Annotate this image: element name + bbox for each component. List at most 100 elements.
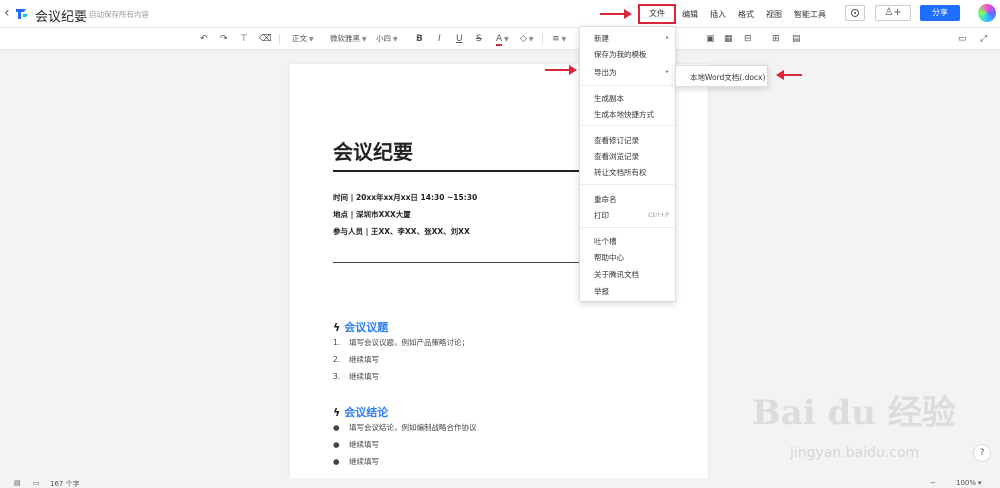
back-icon[interactable]: ‹ bbox=[4, 5, 10, 21]
menu-item-transfer-ownership[interactable]: 转让文档所有权 bbox=[594, 167, 647, 178]
list-item[interactable]: ● 填写会议结论，例如编制战略合作协议 bbox=[333, 422, 477, 433]
chevron-down-icon: ▼ bbox=[561, 36, 567, 43]
clear-format-icon[interactable]: ⌫ bbox=[259, 33, 272, 45]
record-icon bbox=[851, 9, 859, 17]
add-collaborator-button[interactable]: ♙+ bbox=[875, 5, 911, 21]
menu-smart-tools[interactable]: 智能工具 bbox=[794, 9, 826, 20]
font-color-button[interactable]: A ▼ bbox=[496, 33, 509, 46]
align-icon[interactable]: ≡ ▼ bbox=[552, 33, 566, 46]
menu-item-print[interactable]: 打印 bbox=[594, 210, 609, 221]
divider bbox=[580, 85, 675, 86]
meta-line[interactable]: 时间 | 20xx年xx月xx日 14:30 ~15:30 bbox=[333, 192, 477, 203]
chevron-down-icon: ▼ bbox=[309, 36, 314, 43]
bold-button[interactable]: B bbox=[416, 33, 423, 45]
lightning-icon: ϟ bbox=[333, 320, 341, 334]
section-title-text: 会议议题 bbox=[344, 321, 389, 334]
comment-insert-icon[interactable]: ⊞ bbox=[772, 33, 780, 45]
divider bbox=[542, 34, 543, 44]
outline-icon[interactable]: ▤ bbox=[14, 479, 21, 487]
menu-item-feedback[interactable]: 吐个槽 bbox=[594, 236, 617, 247]
help-button[interactable]: ? bbox=[973, 444, 991, 462]
avatar[interactable] bbox=[978, 4, 996, 22]
title-bar: ‹ 会议纪要 ✓ 自动保存所有内容 文件 编辑 插入 格式 视图 智能工具 ♙+… bbox=[0, 0, 1000, 28]
word-count: 167 个字 bbox=[50, 480, 80, 488]
tencent-docs-logo[interactable] bbox=[14, 6, 30, 22]
template-icon[interactable]: ▤ bbox=[792, 33, 801, 45]
export-submenu: 本地Word文档(.docx) bbox=[675, 65, 768, 87]
underline-button[interactable]: U bbox=[456, 33, 463, 45]
list-item[interactable]: ● 继续填写 bbox=[333, 456, 379, 467]
print-shortcut: Ctrl+P bbox=[648, 211, 669, 219]
check-circle-icon: ✓ bbox=[78, 10, 86, 19]
menu-item-save-template[interactable]: 保存为我的模板 bbox=[594, 49, 647, 60]
list-marker: ● bbox=[333, 457, 340, 466]
menu-file[interactable]: 文件 bbox=[638, 4, 676, 24]
annotation-arrow bbox=[776, 70, 802, 80]
format-painter-icon[interactable]: ⊤ bbox=[240, 33, 248, 45]
menu-edit[interactable]: 编辑 bbox=[682, 9, 698, 20]
menu-item-report[interactable]: 举报 bbox=[594, 286, 609, 297]
annotation-arrow bbox=[545, 65, 577, 75]
divider bbox=[580, 184, 675, 185]
menu-item-help-center[interactable]: 帮助中心 bbox=[594, 252, 624, 263]
doc-heading[interactable]: 会议纪要 bbox=[333, 136, 413, 165]
italic-button[interactable]: I bbox=[438, 33, 441, 45]
menu-item-duplicate[interactable]: 生成副本 bbox=[594, 93, 624, 104]
highlight-glyph: ◇ bbox=[520, 34, 527, 44]
font-family-select[interactable]: 微软雅黑 ▼ bbox=[330, 33, 367, 46]
menu-item-rename[interactable]: 重命名 bbox=[594, 194, 617, 205]
zoom-level[interactable]: 100% bbox=[956, 479, 976, 487]
meta-line[interactable]: 地点 | 深圳市XXX大厦 bbox=[333, 209, 411, 220]
zoom-out-icon[interactable]: − bbox=[930, 479, 936, 487]
list-item-text: 继续填写 bbox=[349, 457, 379, 466]
chevron-down-icon[interactable]: ▾ bbox=[978, 479, 982, 487]
paragraph-style-select[interactable]: 正文 ▼ bbox=[292, 33, 314, 46]
menu-insert[interactable]: 插入 bbox=[710, 9, 726, 20]
comment-icon[interactable]: ▭ bbox=[958, 33, 967, 45]
history-button[interactable] bbox=[845, 5, 865, 21]
chevron-down-icon: ▼ bbox=[528, 36, 534, 43]
menu-item-view-history[interactable]: 查看浏览记录 bbox=[594, 151, 639, 162]
menu-item-local-shortcut[interactable]: 生成本地快捷方式 bbox=[594, 109, 654, 120]
menu-format[interactable]: 格式 bbox=[738, 9, 754, 20]
list-item[interactable]: 1. 填写会议议题，例如产品策略讨论； bbox=[333, 337, 469, 348]
font-size-select[interactable]: 小四 ▼ bbox=[376, 33, 398, 46]
columns-icon[interactable]: ⊟ bbox=[744, 33, 752, 45]
highlight-button[interactable]: ◇ ▼ bbox=[520, 33, 534, 46]
menu-item-export[interactable]: 导出为 bbox=[594, 67, 617, 78]
page-view-icon[interactable]: ▭ bbox=[33, 479, 40, 487]
list-item[interactable]: 2. 继续填写 bbox=[333, 354, 379, 365]
strikethrough-button[interactable]: S bbox=[476, 33, 482, 45]
file-dropdown-menu: 新建 ▸ 保存为我的模板 导出为 ▸ 生成副本 生成本地快捷方式 查看修订记录 … bbox=[579, 26, 676, 302]
list-item[interactable]: 3. 继续填写 bbox=[333, 371, 379, 382]
font-size-value: 小四 bbox=[376, 34, 391, 43]
status-bar: ▤ ▭ 167 个字 − 100% ▾ bbox=[0, 478, 1000, 488]
list-item-text: 填写会议议题，例如产品策略讨论； bbox=[349, 338, 469, 347]
menu-item-revision-history[interactable]: 查看修订记录 bbox=[594, 135, 639, 146]
image-icon[interactable]: ▣ bbox=[706, 33, 715, 45]
list-item[interactable]: ● 继续填写 bbox=[333, 439, 379, 450]
menu-item-new[interactable]: 新建 bbox=[594, 33, 609, 44]
save-status-text: 自动保存所有内容 bbox=[89, 10, 149, 19]
list-marker: ● bbox=[333, 423, 340, 432]
meta-line[interactable]: 参与人员 | 王XX、李XX、张XX、刘XX bbox=[333, 226, 470, 237]
baidu-watermark-url: jingyan.baidu.com bbox=[790, 445, 920, 461]
menu-view[interactable]: 视图 bbox=[766, 9, 782, 20]
chevron-right-icon: ▸ bbox=[665, 68, 669, 75]
expand-icon[interactable]: ⤢ bbox=[980, 33, 987, 45]
menu-item-about[interactable]: 关于腾讯文档 bbox=[594, 269, 639, 280]
list-marker: 1. bbox=[333, 338, 341, 347]
format-toolbar: ↶ ↷ ⊤ ⌫ 正文 ▼ 微软雅黑 ▼ 小四 ▼ B I U S A ▼ ◇ ▼ ≡ ▼ ▣… bbox=[0, 28, 1000, 50]
chevron-down-icon: ▼ bbox=[504, 36, 509, 43]
annotation-arrow bbox=[600, 9, 632, 19]
undo-icon[interactable]: ↶ bbox=[200, 33, 208, 45]
menu-item-export-word[interactable]: 本地Word文档(.docx) bbox=[690, 72, 765, 83]
divider bbox=[279, 34, 280, 44]
section-title[interactable]: ϟ 会议结论 bbox=[333, 404, 388, 420]
share-button[interactable]: 分享 bbox=[920, 5, 960, 21]
table-icon[interactable]: ▦ bbox=[724, 33, 733, 45]
redo-icon[interactable]: ↷ bbox=[220, 33, 228, 45]
section-title[interactable]: ϟ 会议议题 bbox=[333, 319, 388, 335]
font-color-glyph: A bbox=[496, 34, 503, 46]
divider bbox=[580, 227, 675, 228]
